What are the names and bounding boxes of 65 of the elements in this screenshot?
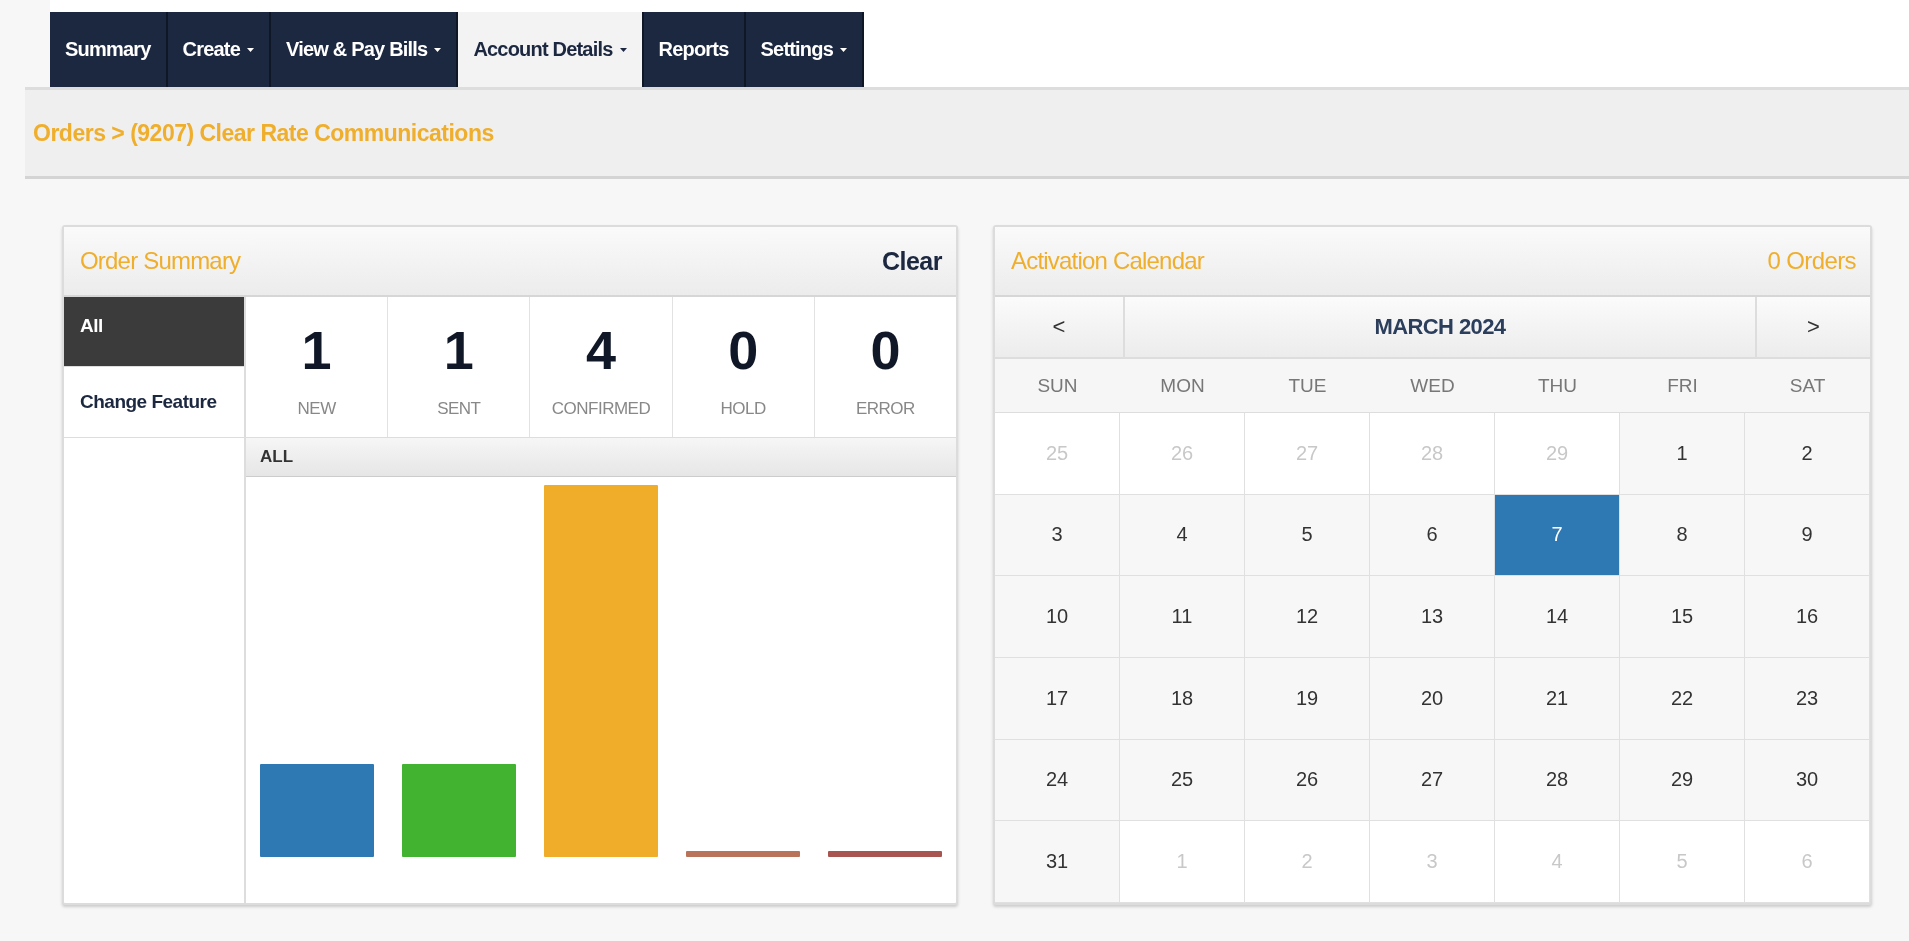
- calendar-day[interactable]: 25: [1120, 739, 1245, 822]
- calendar-day[interactable]: 7: [1495, 494, 1620, 577]
- weekday-label: SAT: [1745, 359, 1870, 413]
- nav-tab[interactable]: Reports: [643, 12, 746, 87]
- calendar-day[interactable]: 18: [1120, 658, 1245, 740]
- stat-label: SENT: [437, 399, 481, 419]
- calendar-day[interactable]: 12: [1245, 576, 1370, 658]
- filter-item[interactable]: Change Feature: [64, 367, 244, 438]
- calendar-day[interactable]: 16: [1745, 576, 1870, 658]
- stat-count: 4: [586, 323, 617, 377]
- stat-count: 1: [301, 323, 332, 377]
- chart-title: ALL: [260, 447, 294, 467]
- weekday-label: SUN: [995, 359, 1120, 413]
- stat-count: 0: [728, 323, 759, 377]
- next-month-button[interactable]: >: [1755, 297, 1870, 357]
- orders-count: 0 Orders: [1767, 247, 1856, 275]
- filter-item[interactable]: All: [64, 297, 244, 367]
- calendar-day[interactable]: 14: [1495, 576, 1620, 658]
- calendar-day[interactable]: 6: [1370, 494, 1495, 577]
- stat-label: CONFIRMED: [551, 399, 651, 419]
- calendar-day[interactable]: 30: [1745, 739, 1870, 822]
- nav-tab[interactable]: Account Details: [458, 12, 644, 87]
- calendar-day[interactable]: 15: [1620, 576, 1745, 658]
- panel-title: Order Summary: [80, 247, 241, 275]
- calendar-day[interactable]: 4: [1120, 494, 1245, 577]
- weekday-label: TUE: [1245, 359, 1370, 413]
- clear-link[interactable]: Clear: [881, 246, 942, 276]
- previous-month-button[interactable]: <: [995, 297, 1125, 357]
- calendar-day[interactable]: 11: [1120, 576, 1245, 658]
- calendar-day[interactable]: 23: [1745, 658, 1870, 740]
- month-title: MARCH 2024: [1373, 313, 1507, 341]
- calendar-day[interactable]: 17: [995, 658, 1120, 740]
- nav-tab[interactable]: Settings: [745, 12, 864, 87]
- weekday-label: WED: [1370, 359, 1495, 413]
- weekday-label: FRI: [1620, 359, 1745, 413]
- calendar-day[interactable]: 5: [1245, 494, 1370, 577]
- stat-count: 1: [443, 323, 474, 377]
- calendar-day[interactable]: 29: [1620, 739, 1745, 822]
- nav-tab[interactable]: Summary: [50, 12, 168, 87]
- calendar-day[interactable]: 24: [995, 739, 1120, 822]
- weekday-label: MON: [1120, 359, 1245, 413]
- calendar-day[interactable]: 1: [1620, 413, 1745, 495]
- weekday-label: THU: [1495, 359, 1620, 413]
- calendar-day[interactable]: 10: [995, 576, 1120, 658]
- calendar-day[interactable]: 27: [1370, 739, 1495, 822]
- calendar-day[interactable]: 26: [1245, 739, 1370, 822]
- calendar-day[interactable]: 21: [1495, 658, 1620, 740]
- stat-count: 0: [870, 323, 901, 377]
- stat-label: NEW: [297, 399, 336, 419]
- calendar-day[interactable]: 31: [995, 821, 1120, 903]
- calendar-day[interactable]: 3: [995, 494, 1120, 577]
- nav-tab[interactable]: View & Pay Bills: [271, 12, 459, 87]
- calendar-day[interactable]: 8: [1620, 494, 1745, 577]
- calendar-day[interactable]: 28: [1495, 739, 1620, 822]
- calendar-day[interactable]: 9: [1745, 494, 1870, 577]
- calendar-day[interactable]: 20: [1370, 658, 1495, 740]
- calendar-day[interactable]: 22: [1620, 658, 1745, 740]
- breadcrumb: Orders > (9207) Clear Rate Communications: [33, 119, 494, 147]
- stat-label: HOLD: [720, 399, 766, 419]
- calendar-day[interactable]: 19: [1245, 658, 1370, 740]
- panel-title: Activation Calendar: [1011, 247, 1204, 275]
- calendar-day[interactable]: 13: [1370, 576, 1495, 658]
- nav-tab[interactable]: Create: [167, 12, 272, 87]
- stat-label: ERROR: [855, 399, 915, 419]
- calendar-day[interactable]: 2: [1745, 413, 1870, 495]
